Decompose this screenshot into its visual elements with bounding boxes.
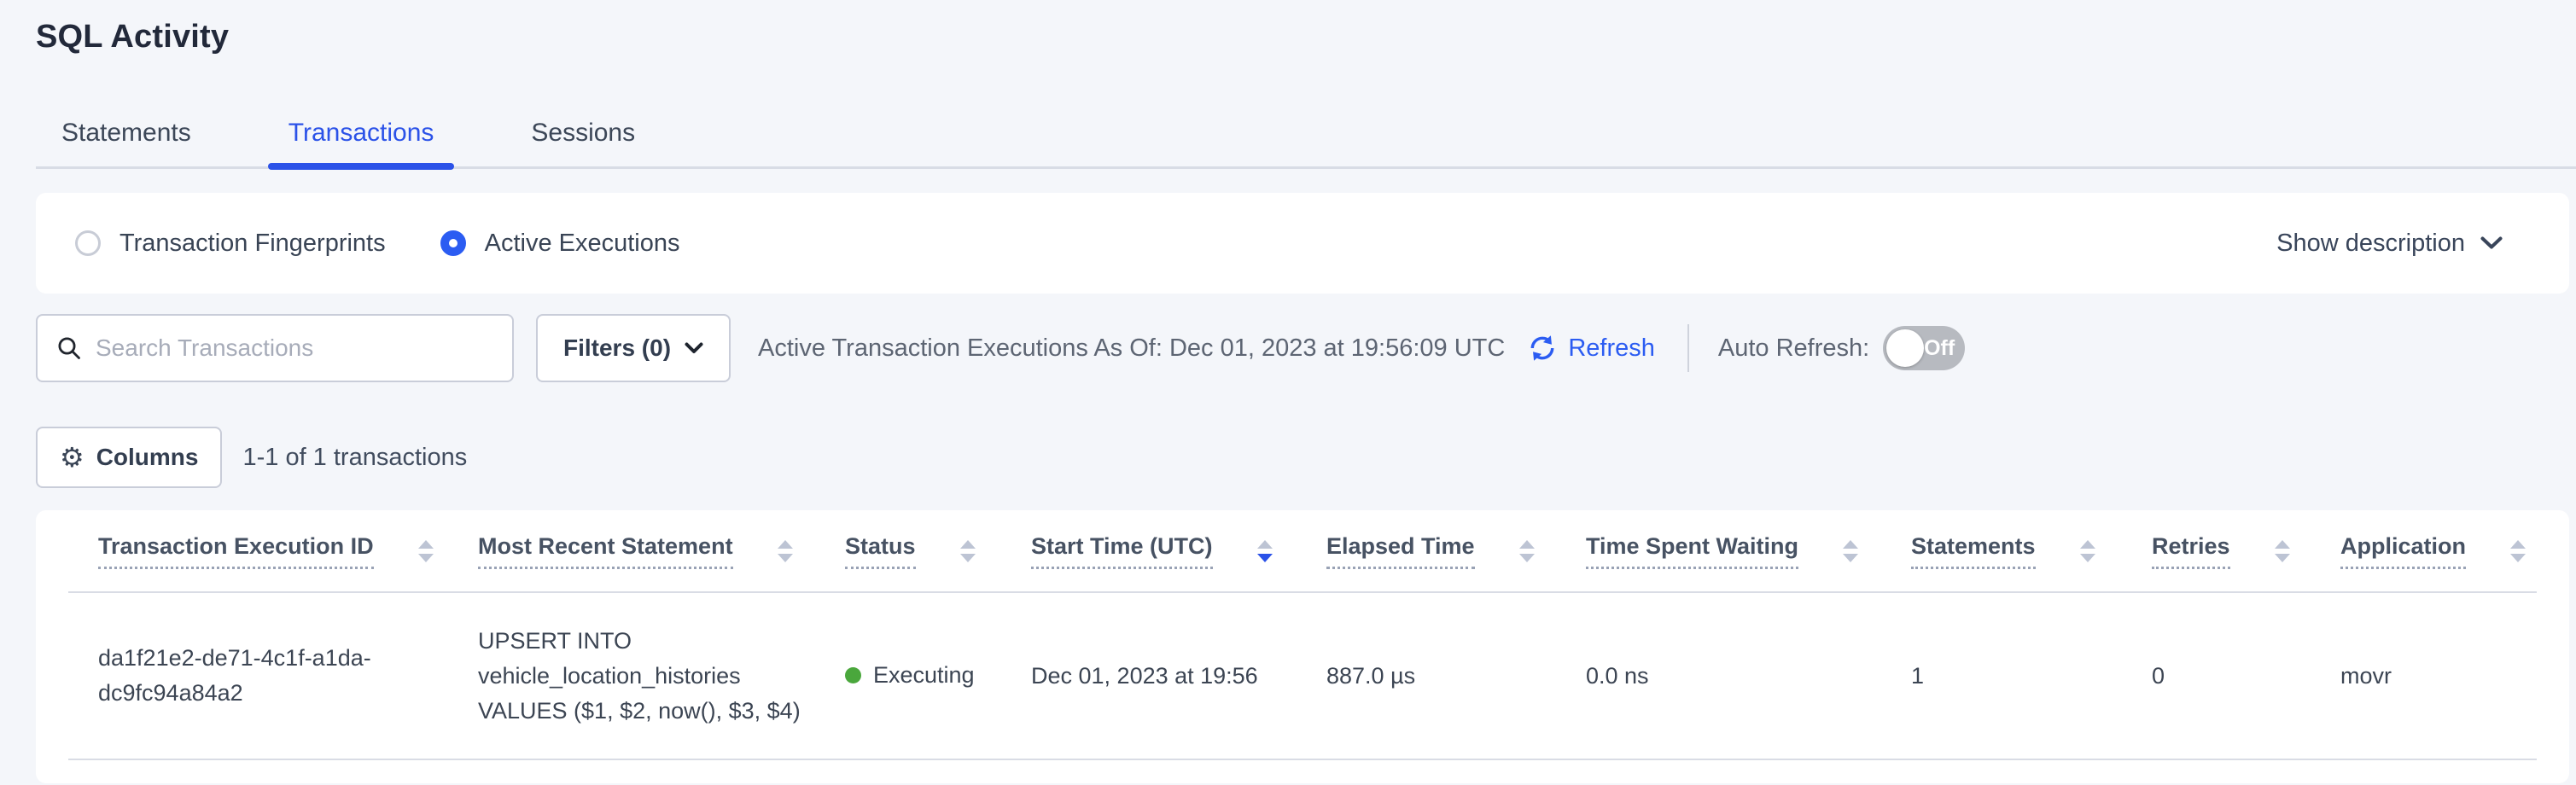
cell-time-spent-waiting: 0.0 ns — [1556, 592, 1881, 759]
search-input[interactable] — [96, 334, 493, 362]
table-row: da1f21e2-de71-4c1f-a1da-dc9fc94a84a2 UPS… — [68, 592, 2537, 759]
transactions-table: Transaction Execution ID Most Recent Sta… — [68, 510, 2537, 760]
column-header-statements[interactable]: Statements — [1881, 510, 2122, 592]
toggle-knob[interactable] — [1886, 329, 1924, 367]
sql-activity-page: SQL Activity Statements Transactions Ses… — [0, 0, 2576, 785]
view-mode-panel: Transaction Fingerprints Active Executio… — [36, 193, 2569, 294]
status-dot-icon — [845, 667, 861, 683]
view-mode-radio-group: Transaction Fingerprints Active Executio… — [75, 230, 680, 258]
column-header-elapsed-time[interactable]: Elapsed Time — [1297, 510, 1556, 592]
search-box[interactable] — [36, 314, 514, 382]
auto-refresh-toggle[interactable]: Off — [1883, 326, 1965, 370]
cell-most-recent-statement[interactable]: UPSERT INTO vehicle_location_histories V… — [448, 592, 815, 759]
radio-selected-icon[interactable] — [440, 230, 466, 256]
tab-sessions[interactable]: Sessions — [510, 119, 656, 166]
cell-status: Executing — [815, 592, 1001, 759]
as-of-timestamp: Active Transaction Executions As Of: Dec… — [758, 334, 1505, 363]
filter-bar: Filters (0) Active Transaction Execution… — [36, 314, 2569, 382]
sort-icon — [778, 540, 793, 562]
sort-icon — [2080, 540, 2095, 562]
sort-icon — [1519, 540, 1535, 562]
show-description-button[interactable]: Show description — [2276, 230, 2503, 258]
gear-icon: ⚙ — [60, 444, 85, 471]
filters-button[interactable]: Filters (0) — [536, 314, 731, 382]
cell-retries: 0 — [2122, 592, 2311, 759]
sort-icon — [2510, 540, 2526, 562]
auto-refresh-label: Auto Refresh: — [1718, 334, 1869, 363]
page-header: SQL Activity — [0, 0, 2576, 55]
tab-bar: Statements Transactions Sessions — [36, 119, 2576, 169]
column-header-time-spent-waiting[interactable]: Time Spent Waiting — [1556, 510, 1881, 592]
radio-transaction-fingerprints[interactable]: Transaction Fingerprints — [75, 230, 386, 258]
vertical-divider — [1687, 324, 1689, 372]
table-toolbar: ⚙ Columns 1-1 of 1 transactions — [36, 427, 2569, 488]
tab-transactions[interactable]: Transactions — [268, 119, 455, 166]
transactions-table-panel: Transaction Execution ID Most Recent Sta… — [36, 510, 2569, 783]
sort-desc-icon — [1257, 540, 1273, 562]
cell-application: movr — [2311, 592, 2537, 759]
column-header-start-time[interactable]: Start Time (UTC) — [1001, 510, 1297, 592]
page-title: SQL Activity — [36, 19, 2576, 55]
sort-icon — [1843, 540, 1858, 562]
tab-statements[interactable]: Statements — [41, 119, 212, 166]
column-header-transaction-execution-id[interactable]: Transaction Execution ID — [68, 510, 448, 592]
radio-active-executions[interactable]: Active Executions — [440, 230, 680, 258]
column-header-application[interactable]: Application — [2311, 510, 2537, 592]
sort-icon — [418, 540, 434, 562]
sort-icon — [2275, 540, 2290, 562]
cell-transaction-execution-id[interactable]: da1f21e2-de71-4c1f-a1da-dc9fc94a84a2 — [68, 592, 448, 759]
refresh-button[interactable]: Refresh — [1527, 333, 1655, 363]
sort-icon — [960, 540, 976, 562]
search-icon — [56, 335, 82, 361]
table-header-row: Transaction Execution ID Most Recent Sta… — [68, 510, 2537, 592]
refresh-icon — [1527, 333, 1558, 363]
result-count: 1-1 of 1 transactions — [242, 444, 467, 472]
cell-start-time: Dec 01, 2023 at 19:56 — [1001, 592, 1297, 759]
cell-statements: 1 — [1881, 592, 2122, 759]
chevron-down-icon — [685, 342, 703, 355]
column-header-status[interactable]: Status — [815, 510, 1001, 592]
columns-button[interactable]: ⚙ Columns — [36, 427, 222, 488]
column-header-retries[interactable]: Retries — [2122, 510, 2311, 592]
cell-elapsed-time: 887.0 µs — [1297, 592, 1556, 759]
radio-unselected-icon[interactable] — [75, 230, 101, 256]
chevron-down-icon — [2480, 236, 2503, 251]
column-header-most-recent-statement[interactable]: Most Recent Statement — [448, 510, 815, 592]
toggle-state-label: Off — [1924, 336, 1955, 361]
